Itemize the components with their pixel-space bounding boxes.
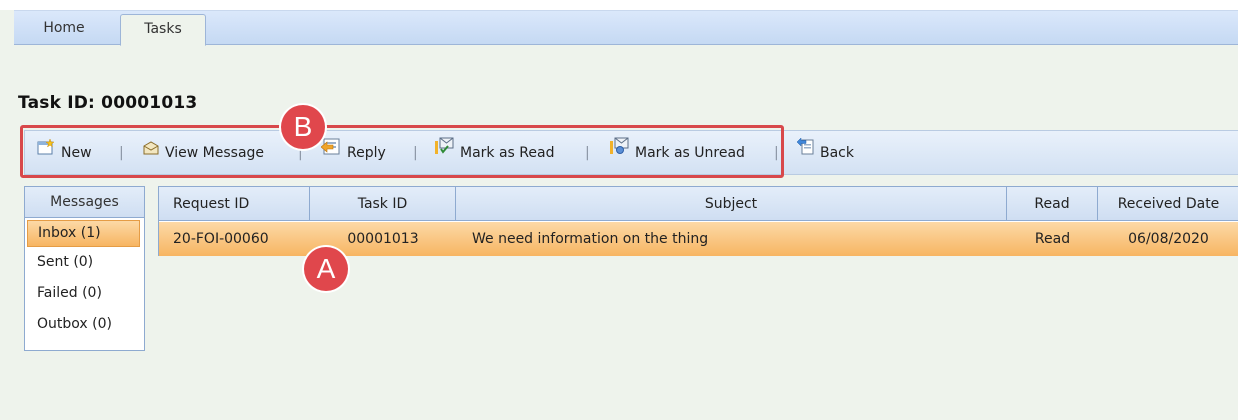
annotation-badge-b: B xyxy=(281,105,325,149)
cell-read: Read xyxy=(1034,231,1071,247)
back-button[interactable]: Back xyxy=(796,131,854,176)
messages-header: Messages xyxy=(25,187,144,218)
page-title: Task ID: 00001013 xyxy=(18,93,198,113)
annotation-highlight-box xyxy=(20,125,784,178)
cell-subject: We need information on the thing xyxy=(472,231,709,247)
folder-sent[interactable]: Sent (0) xyxy=(25,247,144,278)
column-header-request-id[interactable]: Request ID xyxy=(159,187,310,221)
column-header-received-date[interactable]: Received Date xyxy=(1098,187,1238,221)
cell-received-date: 06/08/2020 xyxy=(1128,231,1209,247)
back-label: Back xyxy=(820,145,854,161)
annotation-badge-a: A xyxy=(304,247,348,291)
folder-outbox[interactable]: Outbox (0) xyxy=(25,309,144,340)
grid-header: Request ID Task ID Subject Read Received… xyxy=(159,187,1238,221)
back-icon xyxy=(796,129,814,174)
top-strip xyxy=(0,0,1238,10)
column-header-read[interactable]: Read xyxy=(1007,187,1098,221)
cell-request-id: 20-FOI-00060 xyxy=(173,231,269,247)
column-header-subject[interactable]: Subject xyxy=(456,187,1007,221)
tab-home[interactable]: Home xyxy=(34,11,94,45)
tab-tasks[interactable]: Tasks xyxy=(120,14,206,46)
folder-inbox[interactable]: Inbox (1) xyxy=(27,220,140,247)
column-header-task-id[interactable]: Task ID xyxy=(310,187,456,221)
tab-bar: Home Tasks xyxy=(14,10,1238,46)
message-folders-panel: Messages Inbox (1) Sent (0) Failed (0) O… xyxy=(24,186,145,351)
folder-failed[interactable]: Failed (0) xyxy=(25,278,144,309)
messages-grid: Request ID Task ID Subject Read Received… xyxy=(158,186,1238,256)
